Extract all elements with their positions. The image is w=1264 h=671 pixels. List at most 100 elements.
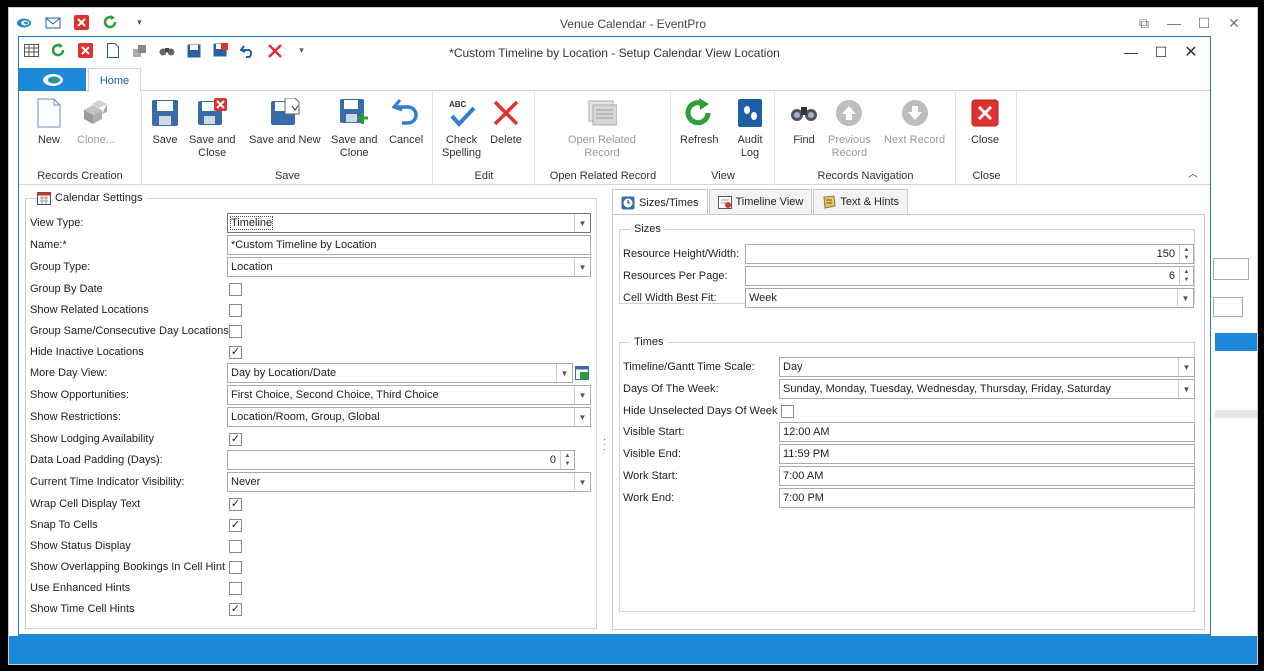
hide-inactive-locations-checkbox[interactable]: ✓ — [229, 346, 242, 359]
wrap-cell-display-text-row: Wrap Cell Display Text — [30, 494, 140, 514]
time-scale-select[interactable]: Day ▼ — [779, 357, 1195, 377]
spinner-icon[interactable]: ▲ ▼ — [1179, 245, 1193, 263]
refresh-button[interactable]: Refresh — [680, 96, 719, 147]
snap-to-cells-label: Snap To Cells — [30, 519, 98, 531]
tab-sizes-times[interactable]: Sizes/Times — [612, 189, 708, 215]
days-of-week-row: Days Of The Week: — [623, 379, 719, 399]
show-lodging-availability-checkbox[interactable]: ✓ — [229, 433, 242, 446]
ribbon-tab-bar: Home — [19, 68, 1210, 92]
spinner-icon[interactable]: ▲ ▼ — [1179, 267, 1193, 285]
data-load-padding-input[interactable]: 0 ▲ ▼ — [227, 450, 575, 470]
more-day-view-select[interactable]: Day by Location/Date ▼ — [227, 363, 573, 383]
cell-width-best-fit-select[interactable]: Week ▼ — [745, 288, 1194, 308]
show-overlapping-checkbox[interactable] — [229, 561, 242, 574]
chevron-down-icon[interactable]: ▼ — [574, 258, 590, 276]
resource-height-width-input[interactable]: 150 ▲ ▼ — [745, 244, 1194, 264]
chevron-down-icon[interactable]: ▼ — [574, 214, 590, 232]
resources-per-page-input[interactable]: 6 ▲ ▼ — [745, 266, 1194, 286]
cancel-button[interactable]: Cancel — [389, 96, 423, 147]
dialog-titlebar: ▾ *Custom Timeline by Location - Setup C… — [19, 37, 1210, 67]
chevron-down-icon[interactable]: ▼ — [574, 473, 590, 491]
close-button[interactable]: Close — [969, 96, 1001, 147]
tab-timeline-view[interactable]: Timeline View — [708, 189, 813, 214]
check-spelling-button[interactable]: ABC Check Spelling — [442, 96, 481, 160]
maximize-icon[interactable]: ☐ — [1189, 12, 1219, 34]
tab-home[interactable]: Home — [88, 68, 141, 92]
hide-unselected-days-checkbox[interactable] — [781, 405, 794, 418]
hide-inactive-locations-label: Hide Inactive Locations — [30, 346, 144, 358]
current-time-indicator-select[interactable]: Never ▼ — [227, 472, 591, 492]
ribbon-group-edit: ABC Check Spelling Delete Edit — [434, 92, 535, 185]
show-status-display-label: Show Status Display — [30, 540, 131, 552]
save-label: Save — [152, 134, 178, 146]
restore-icon[interactable]: ⧉ — [1129, 12, 1159, 34]
previous-record-button[interactable]: Previous Record — [828, 96, 871, 160]
chevron-down-icon[interactable]: ▼ — [574, 408, 590, 426]
clone-button[interactable]: Clone... — [77, 96, 115, 147]
maximize-icon[interactable]: ☐ — [1146, 41, 1176, 63]
save-and-clone-button[interactable]: Save and Clone — [331, 96, 377, 160]
show-time-cell-hints-checkbox[interactable]: ✓ — [229, 603, 242, 616]
clone-label: Clone... — [77, 134, 115, 146]
save-button[interactable]: Save — [149, 96, 181, 147]
group-by-date-checkbox[interactable] — [229, 283, 242, 296]
snap-to-cells-checkbox[interactable]: ✓ — [229, 519, 242, 532]
hide-inactive-locations-row: Hide Inactive Locations — [30, 342, 144, 362]
show-overlapping-row: Show Overlapping Bookings In Cell Hint — [30, 557, 225, 577]
group-same-day-checkbox[interactable] — [229, 325, 242, 338]
audit-log-button[interactable]: Audit Log — [734, 96, 766, 160]
times-heading: Times — [630, 336, 668, 348]
wrap-cell-display-text-checkbox[interactable]: ✓ — [229, 498, 242, 511]
ribbon-group-close: Close Close — [957, 92, 1017, 185]
show-restrictions-select[interactable]: Location/Room, Group, Global ▼ — [227, 407, 591, 427]
chevron-down-icon[interactable]: ▼ — [1178, 380, 1194, 398]
minimize-icon[interactable]: — — [1159, 12, 1189, 34]
delete-button[interactable]: Delete — [490, 96, 522, 147]
tab-sizes-times-label: Sizes/Times — [639, 196, 699, 209]
work-end-input[interactable]: 7:00 PM — [779, 488, 1195, 508]
chevron-down-icon[interactable]: ▼ — [1178, 358, 1194, 376]
background-divider — [1215, 410, 1257, 418]
use-enhanced-hints-checkbox[interactable] — [229, 582, 242, 595]
view-group-label: View — [711, 170, 735, 182]
days-of-week-select[interactable]: Sunday, Monday, Tuesday, Wednesday, Thur… — [779, 379, 1195, 399]
next-record-button[interactable]: Next Record — [884, 96, 945, 147]
view-type-label: View Type: — [30, 217, 84, 229]
background-combo[interactable] — [1213, 258, 1249, 280]
view-type-select[interactable]: Timeline ▼ — [227, 213, 591, 233]
snap-to-cells-row: Snap To Cells — [30, 515, 98, 535]
resources-per-page-value: 6 — [1168, 270, 1175, 282]
show-status-display-checkbox[interactable] — [229, 540, 242, 553]
work-start-input[interactable]: 7:00 AM — [779, 466, 1195, 486]
tab-text-hints[interactable]: Text & Hints — [813, 189, 909, 214]
open-related-record-button[interactable]: Open Related Record — [568, 96, 636, 160]
find-button[interactable]: Find — [788, 96, 820, 147]
background-input[interactable] — [1213, 297, 1243, 317]
save-and-new-button[interactable]: Save and New — [249, 96, 321, 147]
visible-start-input[interactable]: 12:00 AM — [779, 422, 1195, 442]
spinner-icon[interactable]: ▲ ▼ — [560, 451, 574, 469]
view-type-row: View Type: — [30, 213, 83, 233]
collapse-ribbon-icon[interactable]: ︿ — [1188, 165, 1198, 180]
group-type-value: Location — [231, 261, 273, 273]
name-input[interactable]: *Custom Timeline by Location — [227, 235, 591, 255]
chevron-down-icon[interactable]: ▼ — [1177, 289, 1193, 307]
show-opportunities-select[interactable]: First Choice, Second Choice, Third Choic… — [227, 385, 591, 405]
more-day-view-value: Day by Location/Date — [231, 367, 337, 379]
visible-end-input[interactable]: 11:59 PM — [779, 444, 1195, 464]
background-window-title: Venue Calendar - EventPro — [559, 17, 707, 31]
records-creation-label: Records Creation — [37, 170, 123, 182]
save-and-close-button[interactable]: Save and Close — [189, 96, 235, 160]
chevron-down-icon[interactable]: ▼ — [574, 386, 590, 404]
dialog-close-icon[interactable]: ✕ — [1176, 41, 1206, 63]
resources-per-page-label: Resources Per Page: — [623, 270, 728, 282]
panel-splitter[interactable]: · · · — [603, 435, 606, 455]
edit-view-icon[interactable] — [573, 364, 591, 382]
show-related-locations-checkbox[interactable] — [229, 304, 242, 317]
application-menu-button[interactable] — [19, 68, 86, 91]
chevron-down-icon[interactable]: ▼ — [556, 364, 572, 382]
new-button[interactable]: New — [33, 96, 65, 147]
minimize-icon[interactable]: — — [1116, 41, 1146, 63]
group-type-select[interactable]: Location ▼ — [227, 257, 591, 277]
window-close-icon[interactable]: ✕ — [1219, 12, 1249, 34]
